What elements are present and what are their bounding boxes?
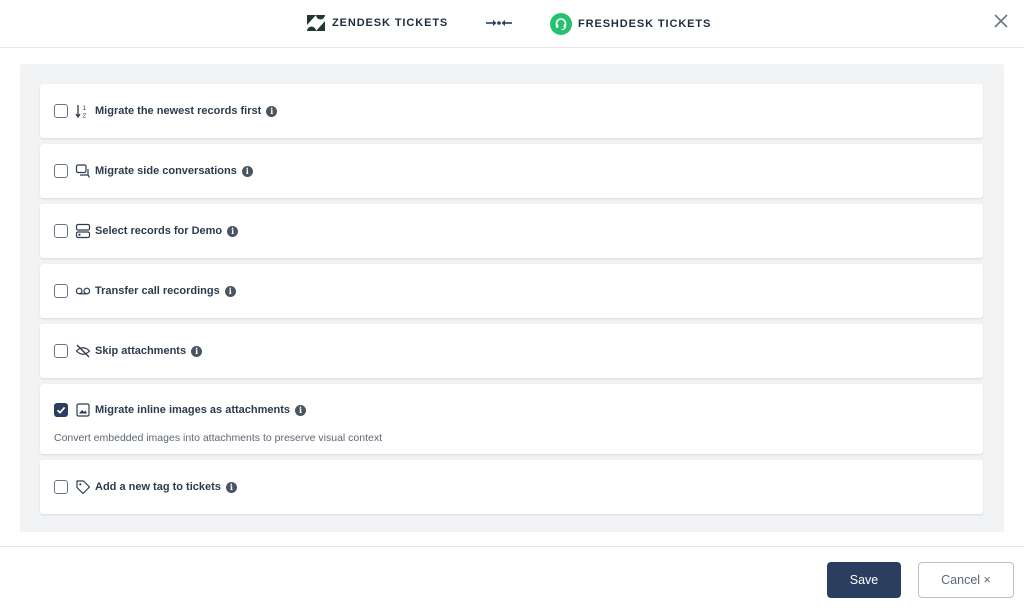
info-icon[interactable]: i (266, 105, 278, 117)
svg-text:1: 1 (83, 105, 87, 112)
option-checkbox[interactable] (54, 284, 68, 298)
arrows-merge-icon (486, 20, 512, 26)
checkmark-icon (56, 406, 66, 414)
option-label: Select records for Demo (95, 225, 223, 237)
option-label: Migrate side conversations (95, 165, 237, 177)
option-checkbox[interactable] (54, 224, 68, 238)
option-card-side-conversations: Migrate side conversations i (40, 144, 983, 198)
target-label: FRESHDESK TICKETS (578, 18, 712, 30)
header: ZENDESK TICKETS FRESHDESK TICKETS (0, 0, 1024, 48)
freshdesk-headset-logo-icon (550, 13, 572, 35)
info-icon[interactable]: i (227, 225, 239, 237)
option-card-demo-records: Select records for Demo i (40, 204, 983, 258)
option-checkbox[interactable] (54, 403, 68, 417)
option-description: Convert embedded images into attachments… (54, 432, 383, 444)
footer: Save Cancel × (0, 546, 1024, 610)
option-card-inline-images: Migrate inline images as attachments i C… (40, 384, 983, 454)
option-card-add-tag: Add a new tag to tickets i (40, 460, 983, 514)
option-card-call-recordings: Transfer call recordings i (40, 264, 983, 318)
info-icon[interactable]: i (241, 165, 253, 177)
chat-bubbles-icon (74, 162, 92, 180)
option-checkbox[interactable] (54, 164, 68, 178)
close-button[interactable] (990, 10, 1012, 32)
info-icon[interactable]: i (225, 481, 237, 493)
option-checkbox[interactable] (54, 104, 68, 118)
option-label: Add a new tag to tickets (95, 481, 221, 493)
tag-icon (74, 478, 92, 496)
voicemail-icon (74, 282, 92, 300)
cancel-button[interactable]: Cancel × (918, 562, 1014, 598)
sort-numeric-icon: 1 2 (74, 102, 92, 120)
image-icon (74, 401, 92, 419)
info-icon[interactable]: i (191, 345, 203, 357)
zendesk-logo-icon (307, 15, 325, 31)
save-button[interactable]: Save (827, 562, 901, 598)
option-label: Skip attachments (95, 345, 187, 357)
info-icon[interactable]: i (224, 285, 236, 297)
eye-off-icon (74, 342, 92, 360)
option-label: Transfer call recordings (95, 285, 220, 297)
option-card-skip-attachments: Skip attachments i (40, 324, 983, 378)
option-card-newest-first: 1 2 Migrate the newest records first i (40, 84, 983, 138)
option-checkbox[interactable] (54, 480, 68, 494)
records-select-icon (74, 222, 92, 240)
close-icon[interactable] (993, 13, 1009, 29)
option-label: Migrate inline images as attachments (95, 404, 291, 416)
svg-text:2: 2 (83, 113, 87, 120)
source-app: ZENDESK TICKETS (306, 13, 448, 33)
info-icon[interactable]: i (295, 404, 307, 416)
option-checkbox[interactable] (54, 344, 68, 358)
option-label: Migrate the newest records first (95, 105, 262, 117)
target-app: FRESHDESK TICKETS (550, 13, 711, 35)
source-label: ZENDESK TICKETS (332, 17, 449, 29)
